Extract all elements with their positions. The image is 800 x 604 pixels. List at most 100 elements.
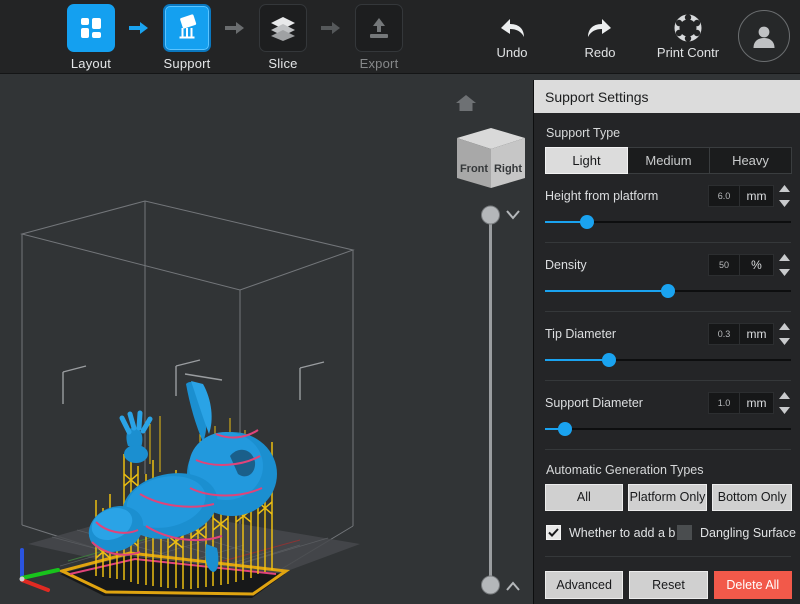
support-type-light[interactable]: Light	[545, 147, 628, 174]
height-from-platform-stepper[interactable]	[777, 185, 791, 207]
density-slider[interactable]	[545, 281, 791, 301]
home-icon[interactable]	[455, 93, 477, 118]
step-layout[interactable]: Layout	[56, 4, 126, 71]
advanced-button[interactable]: Advanced	[545, 571, 624, 599]
support-type-medium[interactable]: Medium	[627, 147, 710, 174]
slider-knob[interactable]	[557, 422, 572, 436]
stepper-up-icon	[778, 185, 790, 192]
support-icon[interactable]	[163, 4, 211, 52]
generation-platform-only-button[interactable]: Platform Only	[627, 484, 708, 511]
density-value[interactable]: 50	[708, 254, 740, 276]
field-tip-diameter: Tip Diameter 0.3 mm	[545, 312, 791, 370]
step-slice[interactable]: Slice	[248, 4, 318, 71]
chevron-up-icon	[506, 581, 520, 591]
undo-arrow-icon	[495, 8, 529, 42]
zoom-slider-handle-bottom	[481, 575, 500, 595]
reset-button[interactable]: Reset	[629, 571, 708, 599]
support-type-segmented: Light Medium Heavy	[545, 147, 792, 174]
arrow-1-icon	[126, 4, 152, 52]
panel-title: Support Settings	[534, 80, 800, 113]
slider-fill	[545, 290, 668, 292]
slider-knob[interactable]	[661, 284, 675, 298]
stepper-up-icon	[778, 392, 790, 399]
support-type-label: Support Type	[546, 126, 621, 140]
dangling-surface-checkbox[interactable]	[677, 525, 692, 540]
add-base-label: Whether to add a b	[569, 525, 676, 540]
support-diameter-value[interactable]: 1.0	[708, 392, 740, 414]
field-height-from-platform: Height from platform 6.0 mm	[545, 174, 791, 232]
generation-bottom-only-button[interactable]: Bottom Only	[712, 484, 792, 511]
user-avatar-icon[interactable]	[738, 10, 790, 62]
checkmark-icon	[548, 528, 559, 537]
toolbar-actions: Undo Redo Print Contr	[468, 8, 790, 62]
print-control-button[interactable]: Print Contr	[644, 8, 732, 60]
stepper-down-icon	[778, 407, 790, 414]
support-settings-panel: Support Settings Support Type Light Medi…	[533, 80, 800, 604]
slider-knob[interactable]	[601, 353, 616, 367]
density-stepper[interactable]	[777, 254, 791, 276]
stepper-down-icon	[778, 269, 790, 276]
slider-fill	[545, 359, 609, 361]
support-type-heavy[interactable]: Heavy	[709, 147, 792, 174]
support-diameter-input-group[interactable]: 1.0 mm	[708, 392, 791, 414]
arrow-2-icon	[222, 4, 248, 52]
stepper-up-icon	[778, 254, 790, 261]
print-control-label: Print Contr	[656, 45, 720, 60]
step-support-label: Support	[163, 56, 211, 71]
slider-knob[interactable]	[579, 215, 594, 229]
tip-diameter-label: Tip Diameter	[545, 327, 617, 341]
support-diameter-label: Support Diameter	[545, 396, 643, 410]
stepper-down-icon	[778, 338, 790, 345]
redo-arrow-icon	[583, 8, 617, 42]
undo-label: Undo	[496, 45, 528, 60]
generation-all-button[interactable]: All	[545, 484, 623, 511]
redo-label: Redo	[584, 45, 616, 60]
axis-gizmo	[19, 548, 60, 592]
slice-icon[interactable]	[259, 4, 307, 52]
arrow-3-icon	[318, 4, 344, 52]
undo-button[interactable]: Undo	[468, 8, 556, 60]
application-window: Layout Support Slice Export Undo Redo Pr…	[0, 0, 800, 604]
height-from-platform-slider[interactable]	[545, 212, 791, 232]
height-from-platform-unit: mm	[740, 185, 774, 207]
density-input-group[interactable]: 50 %	[708, 254, 791, 276]
step-slice-label: Slice	[268, 56, 298, 71]
support-diameter-stepper[interactable]	[777, 392, 791, 414]
divider	[545, 556, 791, 557]
stepper-up-icon	[778, 323, 790, 330]
density-label: Density	[545, 258, 587, 272]
tip-diameter-input-group[interactable]: 0.3 mm	[708, 323, 791, 345]
cube-face-front: Front	[460, 163, 488, 175]
workflow-steps: Layout Support Slice Export	[56, 4, 414, 71]
tip-diameter-value[interactable]: 0.3	[708, 323, 740, 345]
layout-icon[interactable]	[67, 4, 115, 52]
step-support[interactable]: Support	[152, 4, 222, 71]
support-diameter-unit: mm	[740, 392, 774, 414]
zoom-slider[interactable]	[470, 200, 526, 598]
panel-body: Support Type Light Medium Heavy Height f…	[534, 113, 800, 604]
height-from-platform-input-group[interactable]: 6.0 mm	[708, 185, 791, 207]
automatic-generation-buttons: All Platform Only Bottom Only	[545, 484, 792, 511]
field-support-diameter: Support Diameter 1.0 mm	[545, 381, 791, 439]
tip-diameter-stepper[interactable]	[777, 323, 791, 345]
dangling-surface-label: Dangling Surface	[700, 525, 796, 540]
slider-track	[545, 428, 791, 430]
top-toolbar: Layout Support Slice Export Undo Redo Pr…	[0, 0, 800, 74]
export-icon[interactable]	[355, 4, 403, 52]
add-base-checkbox[interactable]	[546, 525, 561, 540]
view-cube[interactable]: Front Right	[453, 122, 529, 199]
panel-action-buttons: Advanced Reset Delete All	[545, 571, 792, 599]
chevron-down-icon	[506, 210, 520, 220]
tip-diameter-unit: mm	[740, 323, 774, 345]
support-diameter-slider[interactable]	[545, 419, 791, 439]
redo-button[interactable]: Redo	[556, 8, 644, 60]
height-from-platform-value[interactable]: 6.0	[708, 185, 740, 207]
step-export-label: Export	[359, 56, 399, 71]
zoom-slider-handle-top	[481, 205, 500, 225]
stepper-down-icon	[778, 200, 790, 207]
tip-diameter-slider[interactable]	[545, 350, 791, 370]
field-density: Density 50 %	[545, 243, 791, 301]
step-layout-label: Layout	[70, 56, 112, 71]
delete-all-button[interactable]: Delete All	[713, 571, 792, 599]
step-export[interactable]: Export	[344, 4, 414, 71]
